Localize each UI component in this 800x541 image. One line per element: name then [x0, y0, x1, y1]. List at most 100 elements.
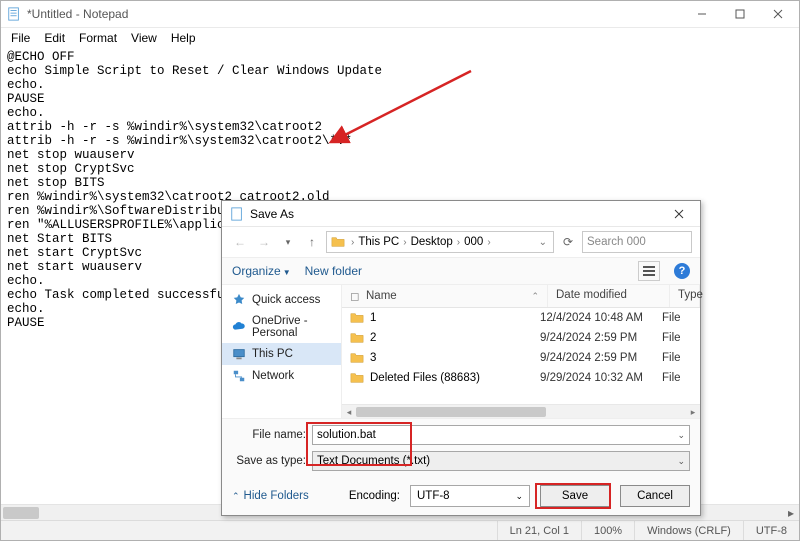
file-date: 9/24/2024 2:59 PM — [540, 332, 662, 344]
menu-edit[interactable]: Edit — [38, 29, 71, 47]
sidebar-item-label: Network — [252, 370, 294, 382]
dialog-title: Save As — [250, 207, 660, 221]
menubar: File Edit Format View Help — [1, 28, 799, 48]
cloud-icon — [232, 320, 246, 334]
file-name: 1 — [370, 312, 376, 324]
file-list-header: ◻ Name⌃ Date modified Type — [342, 285, 700, 308]
crumb-dropdown-icon[interactable]: ⌄ — [537, 237, 549, 248]
view-mode-button[interactable] — [638, 261, 660, 281]
cancel-button[interactable]: Cancel — [620, 485, 690, 507]
dialog-icon — [230, 207, 244, 221]
nav-forward-button[interactable]: → — [254, 232, 274, 252]
save-as-dialog: Save As ← → ▾ ↑ › This PC › Desktop › 00… — [221, 200, 701, 516]
crumb-2[interactable]: 000 — [464, 236, 483, 248]
sidebar-item-label: Quick access — [252, 294, 320, 306]
address-bar: ← → ▾ ↑ › This PC › Desktop › 000 › ⌄ ⟳ … — [222, 227, 700, 257]
hide-folders-button[interactable]: ⌃Hide Folders — [232, 490, 309, 502]
breadcrumb[interactable]: › This PC › Desktop › 000 › ⌄ — [326, 231, 554, 253]
window-title: *Untitled - Notepad — [27, 7, 683, 21]
header-date[interactable]: Date modified — [548, 285, 670, 307]
nav-up-button[interactable]: ↑ — [302, 232, 322, 252]
dialog-toolbar: Organize▼ New folder ? — [222, 257, 700, 285]
sidebar-item-label: OneDrive - Personal — [252, 315, 331, 339]
dialog-button-row: ⌃Hide Folders Encoding: UTF-8⌄ Save Canc… — [222, 481, 700, 515]
maximize-button[interactable] — [721, 1, 759, 27]
scroll-thumb[interactable] — [3, 507, 39, 519]
file-name: 3 — [370, 352, 376, 364]
file-type: File — [662, 312, 692, 324]
scroll-right-icon[interactable]: ▸ — [686, 405, 700, 419]
chevron-down-icon: ⌄ — [515, 491, 523, 502]
crumb-0[interactable]: This PC — [358, 236, 399, 248]
encoding-label: Encoding: — [349, 490, 400, 502]
refresh-button[interactable]: ⟳ — [558, 232, 578, 252]
chevron-down-icon[interactable]: ⌄ — [677, 456, 685, 467]
list-item[interactable]: Deleted Files (88683) 9/29/2024 10:32 AM… — [342, 368, 700, 388]
list-item[interactable]: 3 9/24/2024 2:59 PM File — [342, 348, 700, 368]
close-button[interactable] — [759, 1, 797, 27]
dialog-close-button[interactable] — [660, 202, 698, 226]
filename-input[interactable]: solution.bat⌄ — [312, 425, 690, 445]
titlebar: *Untitled - Notepad — [1, 1, 799, 28]
minimize-button[interactable] — [683, 1, 721, 27]
folder-icon — [350, 331, 364, 345]
status-eol: Windows (CRLF) — [634, 521, 743, 540]
file-date: 12/4/2024 10:48 AM — [540, 312, 662, 324]
save-button[interactable]: Save — [540, 485, 610, 507]
encoding-select[interactable]: UTF-8⌄ — [410, 485, 530, 507]
new-folder-button[interactable]: New folder — [305, 264, 362, 278]
folder-icon — [350, 311, 364, 325]
filename-label: File name: — [232, 429, 312, 441]
save-fields: File name: solution.bat⌄ Save as type: T… — [222, 418, 700, 481]
header-name[interactable]: Name⌃ — [358, 285, 548, 307]
star-icon — [232, 293, 246, 307]
file-date: 9/29/2024 10:32 AM — [540, 372, 662, 384]
pc-icon — [232, 347, 246, 361]
search-placeholder: Search 000 — [587, 236, 646, 248]
sidebar-item-label: This PC — [252, 348, 293, 360]
file-list: ◻ Name⌃ Date modified Type 1 12/4/2024 1… — [342, 285, 700, 418]
saveastype-select[interactable]: Text Documents (*.txt)⌄ — [312, 451, 690, 471]
help-button[interactable]: ? — [674, 263, 690, 279]
status-encoding: UTF-8 — [743, 521, 799, 540]
dialog-titlebar: Save As — [222, 201, 700, 227]
header-type[interactable]: Type — [670, 285, 700, 307]
search-input[interactable]: Search 000 — [582, 231, 692, 253]
menu-format[interactable]: Format — [73, 29, 123, 47]
folder-icon — [350, 371, 364, 385]
file-name: 2 — [370, 332, 376, 344]
list-item[interactable]: 2 9/24/2024 2:59 PM File — [342, 328, 700, 348]
statusbar: Ln 21, Col 1 100% Windows (CRLF) UTF-8 — [1, 520, 799, 540]
file-date: 9/24/2024 2:59 PM — [540, 352, 662, 364]
expand-icon[interactable]: ◻ — [342, 285, 358, 307]
menu-file[interactable]: File — [5, 29, 36, 47]
file-type: File — [662, 352, 692, 364]
file-type: File — [662, 332, 692, 344]
nav-back-button[interactable]: ← — [230, 232, 250, 252]
list-item[interactable]: 1 12/4/2024 10:48 AM File — [342, 308, 700, 328]
saveastype-label: Save as type: — [232, 455, 312, 467]
status-zoom: 100% — [581, 521, 634, 540]
scroll-left-icon[interactable]: ◂ — [342, 405, 356, 419]
chevron-down-icon[interactable]: ⌄ — [677, 430, 685, 441]
sidebar-item-this-pc[interactable]: This PC — [222, 343, 341, 365]
status-position: Ln 21, Col 1 — [497, 521, 581, 540]
menu-help[interactable]: Help — [165, 29, 202, 47]
nav-recent-button[interactable]: ▾ — [278, 232, 298, 252]
scroll-thumb[interactable] — [356, 407, 546, 417]
window-controls — [683, 1, 797, 27]
folder-icon — [331, 235, 345, 249]
sidebar-item-onedrive[interactable]: OneDrive - Personal — [222, 311, 341, 343]
menu-view[interactable]: View — [125, 29, 163, 47]
notepad-icon — [7, 7, 21, 21]
folder-icon — [350, 351, 364, 365]
crumb-1[interactable]: Desktop — [411, 236, 453, 248]
sidebar-item-network[interactable]: Network — [222, 365, 341, 387]
file-name: Deleted Files (88683) — [370, 372, 480, 384]
scroll-right-icon[interactable]: ▸ — [783, 505, 799, 521]
filelist-hscrollbar[interactable]: ◂ ▸ — [342, 404, 700, 418]
sidebar-item-quick-access[interactable]: Quick access — [222, 289, 341, 311]
sidebar: Quick access OneDrive - Personal This PC… — [222, 285, 342, 418]
organize-button[interactable]: Organize▼ — [232, 264, 291, 278]
network-icon — [232, 369, 246, 383]
